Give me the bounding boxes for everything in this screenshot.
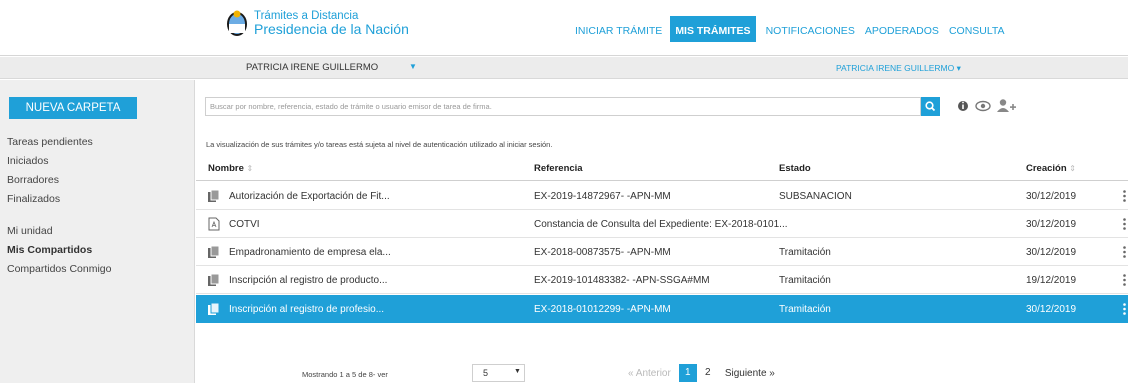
sidebar-item-compartidos-conmigo[interactable]: Compartidos Conmigo xyxy=(7,263,111,275)
table-row-selected[interactable]: Inscripción al registro de profesio... E… xyxy=(196,295,1128,323)
search-button[interactable] xyxy=(921,97,940,116)
document-stack-icon xyxy=(208,189,220,202)
document-stack-icon xyxy=(208,273,220,286)
column-header-estado-label: Estado xyxy=(779,163,811,174)
new-folder-button[interactable]: NUEVA CARPETA xyxy=(9,97,137,119)
nav-notificaciones[interactable]: NOTIFICACIONES xyxy=(761,20,860,42)
argentina-shield-icon xyxy=(227,10,247,36)
row-referencia: EX-2018-00873575- -APN-MM xyxy=(534,247,671,258)
main-nav: INICIAR TRÁMITE MIS TRÁMITES NOTIFICACIO… xyxy=(570,16,1010,42)
row-menu-icon[interactable] xyxy=(1123,303,1126,315)
search-placeholder: Buscar por nombre, referencia, estado de… xyxy=(210,102,492,111)
row-nombre: Inscripción al registro de profesio... xyxy=(229,304,385,315)
table-row[interactable]: COTVI Constancia de Consulta del Expedie… xyxy=(196,210,1128,238)
row-referencia: EX-2018-01012299- -APN-MM xyxy=(534,304,671,315)
row-creacion: 30/12/2019 xyxy=(1026,304,1077,315)
document-stack-icon xyxy=(208,245,220,258)
nav-mis-tramites[interactable]: MIS TRÁMITES xyxy=(670,16,756,42)
row-nombre: Autorización de Exportación de Fit... xyxy=(229,191,390,202)
brand-logo[interactable]: Trámites a Distancia Presidencia de la N… xyxy=(226,9,409,37)
sort-icon: ⇕ xyxy=(1069,164,1076,173)
nav-iniciar-tramite[interactable]: INICIAR TRÁMITE xyxy=(570,20,667,42)
page-2-button[interactable]: 2 xyxy=(699,364,717,382)
user-bar: PATRICIA IRENE GUILLERMO ▼ PATRICIA IREN… xyxy=(0,57,1128,79)
column-header-creacion-label: Creación xyxy=(1026,163,1067,174)
row-menu-icon[interactable] xyxy=(1123,274,1126,286)
toolbar-icons xyxy=(958,99,1016,112)
chevron-down-icon: ▼ xyxy=(514,368,521,375)
table-header-divider xyxy=(196,180,1128,181)
brand-line-1: Trámites a Distancia xyxy=(254,9,359,22)
row-creacion: 30/12/2019 xyxy=(1026,247,1077,258)
search-input[interactable]: Buscar por nombre, referencia, estado de… xyxy=(205,97,921,116)
previous-page-link[interactable]: « Anterior xyxy=(628,368,671,379)
page-size-value: 5 xyxy=(483,368,489,378)
nav-apoderados[interactable]: APODERADOS xyxy=(860,20,944,42)
column-header-estado: Estado xyxy=(779,163,811,174)
row-estado: SUBSANACION xyxy=(779,191,852,202)
column-header-nombre[interactable]: Nombre ⇕ xyxy=(208,163,253,174)
row-creacion: 19/12/2019 xyxy=(1026,275,1077,286)
row-menu-icon[interactable] xyxy=(1123,246,1126,258)
page-1-button[interactable]: 1 xyxy=(678,364,697,382)
user-dropdown-caret-icon[interactable]: ▼ xyxy=(409,62,417,71)
pagination: « Anterior 1 2 Siguiente » xyxy=(628,364,775,382)
row-nombre: COTVI xyxy=(229,219,260,230)
info-icon[interactable] xyxy=(958,101,968,111)
top-header: Trámites a Distancia Presidencia de la N… xyxy=(0,0,1128,56)
account-menu[interactable]: PATRICIA IRENE GUILLERMO ▾ xyxy=(836,63,961,74)
add-user-icon[interactable] xyxy=(997,99,1016,112)
row-referencia: EX-2019-14872967- -APN-MM xyxy=(534,191,671,202)
sidebar-item-iniciados[interactable]: Iniciados xyxy=(7,155,48,167)
page-size-select[interactable]: 5 ▼ xyxy=(472,364,525,382)
sidebar: NUEVA CARPETA Tareas pendientes Iniciado… xyxy=(0,80,195,383)
column-header-referencia: Referencia xyxy=(534,163,583,174)
sidebar-item-finalizados[interactable]: Finalizados xyxy=(7,193,60,205)
row-creacion: 30/12/2019 xyxy=(1026,219,1077,230)
sidebar-item-mis-compartidos[interactable]: Mis Compartidos xyxy=(7,244,92,256)
pdf-icon xyxy=(208,217,220,231)
row-estado: Tramitación xyxy=(779,304,831,315)
row-menu-icon[interactable] xyxy=(1123,218,1126,230)
column-header-creacion[interactable]: Creación ⇕ xyxy=(1026,163,1076,174)
search-icon xyxy=(925,101,936,112)
sort-icon: ⇕ xyxy=(246,164,254,173)
row-estado: Tramitación xyxy=(779,275,831,286)
auth-notice: La visualización de sus trámites y/o tar… xyxy=(206,140,553,149)
row-creacion: 30/12/2019 xyxy=(1026,191,1077,202)
sidebar-item-borradores[interactable]: Borradores xyxy=(7,174,59,186)
sidebar-item-mi-unidad[interactable]: Mi unidad xyxy=(7,225,53,237)
table-row[interactable]: Autorización de Exportación de Fit... EX… xyxy=(196,182,1128,210)
row-estado: Tramitación xyxy=(779,247,831,258)
row-nombre: Inscripción al registro de producto... xyxy=(229,275,388,286)
row-menu-icon[interactable] xyxy=(1123,190,1126,202)
table-row[interactable]: Inscripción al registro de producto... E… xyxy=(196,266,1128,294)
brand-line-2: Presidencia de la Nación xyxy=(254,20,409,37)
represented-user-name[interactable]: PATRICIA IRENE GUILLERMO xyxy=(246,62,378,73)
next-page-link[interactable]: Siguiente » xyxy=(725,368,775,379)
row-referencia: Constancia de Consulta del Expediente: E… xyxy=(534,219,788,230)
table-row[interactable]: Empadronamiento de empresa ela... EX-201… xyxy=(196,238,1128,266)
row-referencia: EX-2019-101483382- -APN-SSGA#MM xyxy=(534,275,710,286)
row-nombre: Empadronamiento de empresa ela... xyxy=(229,247,391,258)
column-header-nombre-label: Nombre xyxy=(208,163,244,174)
document-stack-icon xyxy=(208,302,220,315)
nav-consulta[interactable]: CONSULTA xyxy=(944,20,1010,42)
column-header-referencia-label: Referencia xyxy=(534,163,583,174)
eye-icon[interactable] xyxy=(975,100,991,112)
sidebar-item-tareas-pendientes[interactable]: Tareas pendientes xyxy=(7,136,93,148)
results-count: Mostrando 1 a 5 de 8- ver xyxy=(302,370,388,379)
